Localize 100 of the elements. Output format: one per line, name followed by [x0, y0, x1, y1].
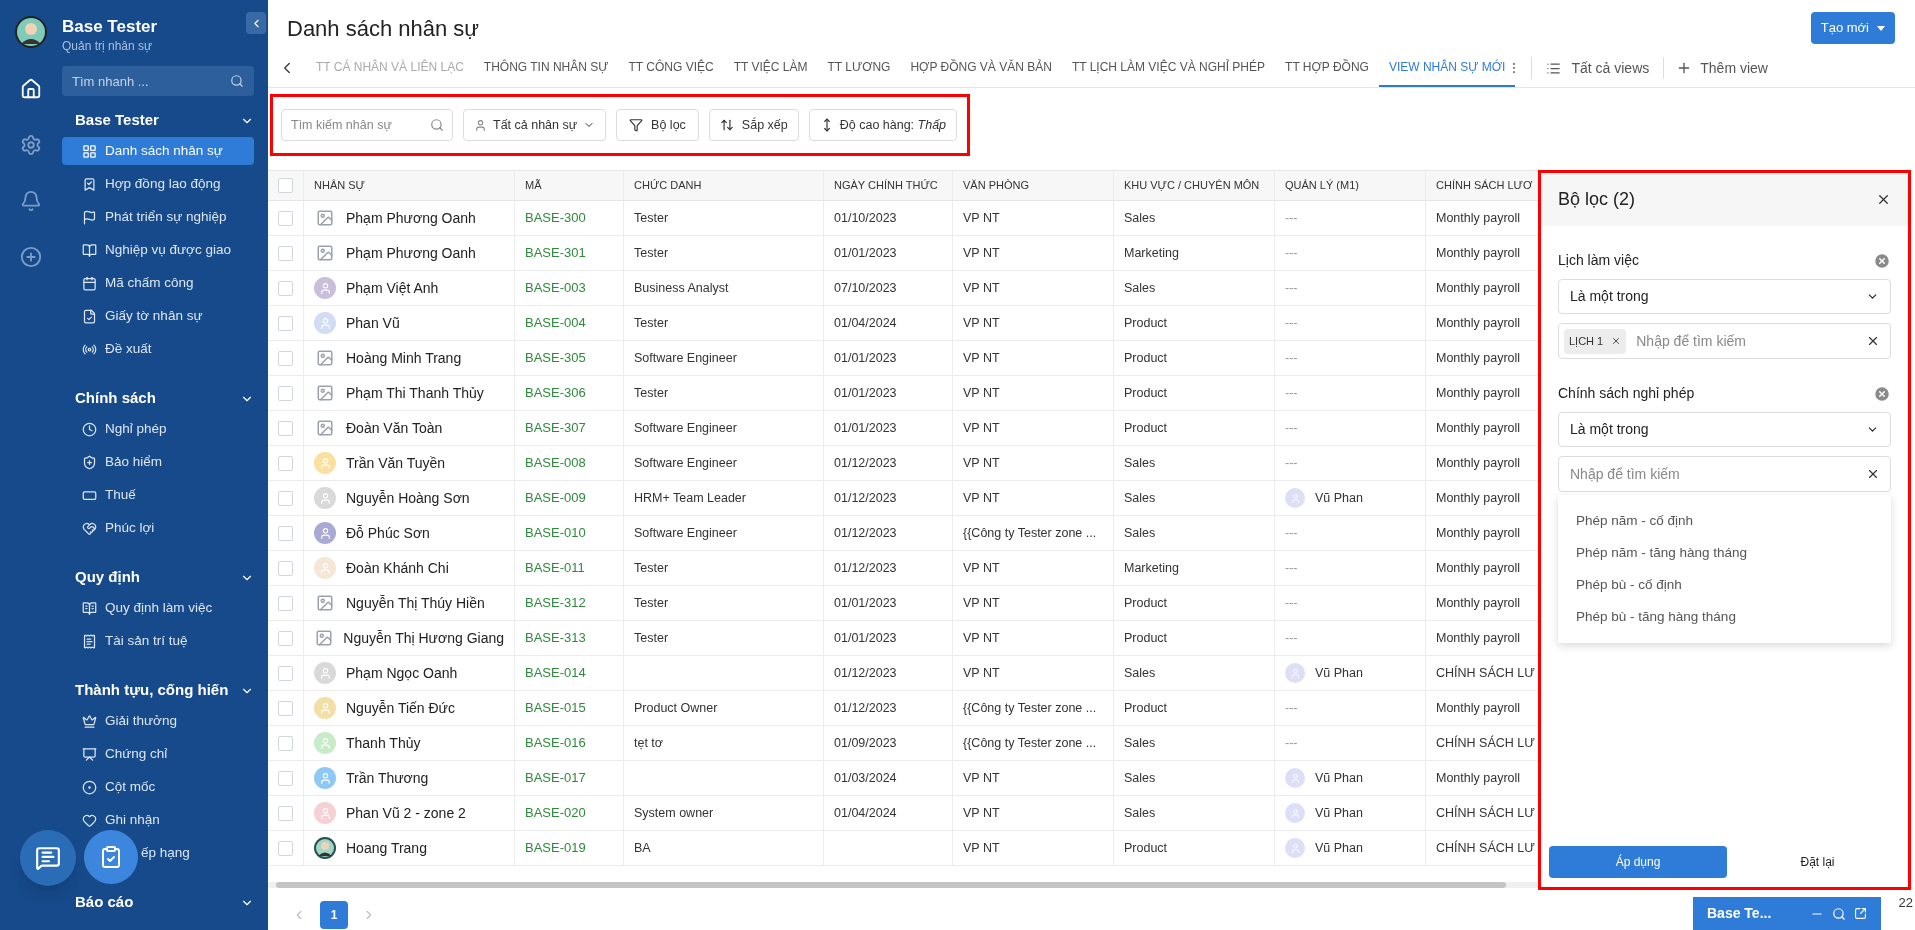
page-button[interactable]: 1 — [320, 901, 348, 929]
home-icon[interactable] — [20, 78, 42, 100]
add-icon[interactable] — [20, 246, 42, 268]
employee-name[interactable]: Phạm Ngọc Oanh — [346, 662, 458, 684]
column-header[interactable]: NHÂN SỰ — [304, 171, 515, 200]
row-checkbox[interactable] — [278, 630, 293, 646]
sidebar-item[interactable]: Phúc lợi — [62, 514, 254, 542]
sidebar-item[interactable]: Ghi nhận — [62, 806, 254, 834]
add-view-button[interactable]: Thêm view — [1664, 49, 1780, 87]
avatar-icon[interactable] — [15, 16, 47, 48]
employee-name[interactable]: Phan Vũ 2 - zone 2 — [346, 802, 466, 824]
employee-name[interactable]: Nguyễn Thị Thúy Hiền — [346, 592, 485, 614]
value-search-field[interactable]: Nhập để tìm kiếm — [1636, 327, 1856, 355]
view-tab[interactable]: THÔNG TIN NHÂN SỰ — [473, 49, 619, 87]
row-checkbox[interactable] — [278, 840, 293, 856]
employee-name[interactable]: Phạm Phương Oanh — [346, 207, 476, 229]
employee-name[interactable]: Phạm Phương Oanh — [346, 242, 476, 264]
row-checkbox[interactable] — [278, 385, 293, 401]
sidebar-item[interactable]: Đề xuất — [62, 335, 254, 363]
reset-button[interactable]: Đặt lại — [1735, 846, 1900, 878]
view-tab[interactable]: TT LỊCH LÀM VIỆC VÀ NGHỈ PHÉP — [1061, 49, 1276, 87]
row-checkbox[interactable] — [278, 560, 293, 576]
filter-button[interactable]: Bộ lọc — [616, 109, 699, 141]
value-search-field[interactable]: Nhập để tìm kiếm — [1564, 460, 1856, 488]
close-icon[interactable] — [1876, 192, 1891, 207]
sidebar-item[interactable]: Nghỉ phép — [62, 415, 254, 443]
value-select-field[interactable]: Nhập để tìm kiếm — [1558, 456, 1891, 492]
sidebar-item[interactable]: Tài sản trí tuệ — [62, 627, 254, 655]
row-checkbox[interactable] — [278, 455, 293, 471]
sidebar-item[interactable]: Danh sách nhân sự — [62, 137, 254, 165]
employee-name[interactable]: Hoàng Minh Trang — [346, 347, 462, 369]
sidebar-item[interactable]: Thuế — [62, 481, 254, 509]
row-checkbox[interactable] — [278, 210, 293, 226]
section-header[interactable]: Chính sách — [62, 382, 254, 415]
quick-search-field[interactable]: Tìm nhanh ... — [62, 66, 254, 96]
value-select-field[interactable]: LỊCH 1 Nhập để tìm kiếm — [1558, 323, 1891, 359]
column-header[interactable]: NGÀY CHÍNH THỨC — [824, 171, 953, 200]
employee-name[interactable]: Phạm Thi Thanh Thủy — [346, 382, 484, 404]
section-header[interactable]: Quy định — [62, 561, 254, 594]
sidebar-item[interactable]: Phát triển sự nghiệp — [62, 203, 254, 231]
row-checkbox[interactable] — [278, 490, 293, 506]
employee-name[interactable]: Nguyễn Thị Hương Giang — [343, 627, 504, 649]
employee-search-field[interactable]: Tìm kiếm nhân sự — [281, 109, 453, 141]
chat-button[interactable] — [20, 830, 76, 886]
row-checkbox[interactable] — [278, 595, 293, 611]
column-header[interactable]: QUẢN LÝ (M1) — [1275, 171, 1426, 200]
employee-name[interactable]: Phan Vũ — [346, 312, 400, 334]
remove-filter-icon[interactable] — [1873, 384, 1891, 403]
section-header[interactable]: Thành tựu, cống hiến — [62, 674, 254, 707]
row-checkbox[interactable] — [278, 735, 293, 751]
view-tab[interactable]: TT LƯƠNG — [817, 49, 901, 87]
task-button[interactable] — [84, 830, 138, 884]
apply-button[interactable]: Áp dụng — [1549, 846, 1727, 878]
chat-widget-bar[interactable]: Base Te... — [1693, 897, 1881, 930]
column-header[interactable]: KHU VỰC / CHUYÊN MÔN — [1114, 171, 1275, 200]
employee-name[interactable]: Đoàn Khánh Chi — [346, 557, 449, 579]
select-all-checkbox[interactable] — [278, 178, 293, 193]
row-checkbox[interactable] — [278, 700, 293, 716]
employee-name[interactable]: Nguyễn Hoàng Sơn — [346, 487, 470, 509]
dropdown-option[interactable]: Phép bù - cố định — [1558, 569, 1891, 601]
row-checkbox[interactable] — [278, 420, 293, 436]
sidebar-item[interactable]: Giải thưởng — [62, 707, 254, 735]
view-tab[interactable]: TT HỢP ĐỒNG — [1275, 49, 1379, 87]
scope-dropdown[interactable]: Tất cả nhân sự — [463, 109, 607, 141]
sidebar-item[interactable]: Cột mốc — [62, 773, 254, 801]
employee-name[interactable]: Đỗ Phúc Sơn — [346, 522, 430, 544]
section-header[interactable]: Báo cáo — [62, 886, 254, 919]
notification-icon[interactable] — [20, 190, 42, 212]
sidebar-item[interactable]: Nghiệp vụ được giao — [62, 236, 254, 264]
value-chip[interactable]: LỊCH 1 — [1564, 328, 1627, 354]
settings-icon[interactable] — [20, 134, 42, 156]
sort-button[interactable]: Sắp xếp — [708, 109, 799, 141]
view-tab[interactable]: HỢP ĐỒNG VÀ VĂN BẢN — [900, 49, 1062, 87]
row-checkbox[interactable] — [278, 665, 293, 681]
column-header[interactable]: VĂN PHÒNG — [953, 171, 1114, 200]
column-header[interactable]: CHỨC DANH — [624, 171, 824, 200]
row-checkbox[interactable] — [278, 525, 293, 541]
dropdown-option[interactable]: Phép năm - cố định — [1558, 505, 1891, 537]
row-checkbox[interactable] — [278, 315, 293, 331]
employee-name[interactable]: Thanh Thủy — [346, 732, 421, 754]
collapse-button[interactable] — [246, 12, 266, 34]
clear-icon[interactable] — [1866, 467, 1880, 481]
employee-name[interactable]: Nguyễn Tiến Đức — [346, 697, 455, 719]
employee-name[interactable]: Trần Văn Tuyền — [346, 452, 446, 474]
search-icon[interactable] — [1832, 906, 1846, 921]
view-tab[interactable]: TT VIỆC LÀM — [723, 49, 818, 87]
employee-name[interactable]: Phạm Việt Anh — [346, 277, 439, 299]
row-checkbox[interactable] — [278, 770, 293, 786]
row-checkbox[interactable] — [278, 245, 293, 261]
create-button[interactable]: Tạo mới — [1810, 12, 1895, 44]
operator-select[interactable]: Là một trong — [1558, 279, 1891, 314]
sidebar-item[interactable]: Bảo hiểm — [62, 448, 254, 476]
sidebar-item[interactable]: Quy định làm việc — [62, 594, 254, 622]
sidebar-item[interactable]: Hợp đồng lao động — [62, 170, 254, 198]
row-height-button[interactable]: Độ cao hàng: Thấp — [808, 109, 958, 141]
view-tab[interactable]: TT CÔNG VIỆC — [618, 49, 724, 87]
all-views-button[interactable]: Tất cả views — [1532, 49, 1664, 87]
row-checkbox[interactable] — [278, 805, 293, 821]
employee-name[interactable]: Trần Thương — [346, 767, 429, 789]
view-tab[interactable]: VIEW NHÂN SỰ MỚI — [1378, 49, 1516, 87]
